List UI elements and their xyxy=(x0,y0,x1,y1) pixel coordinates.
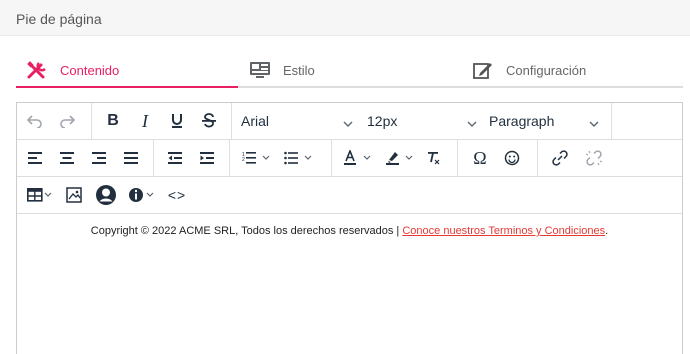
toolbar-divider xyxy=(91,103,92,139)
align-justify-icon xyxy=(124,152,138,164)
info-icon xyxy=(129,188,154,202)
strikethrough-icon xyxy=(202,113,216,128)
redo-icon xyxy=(60,115,75,128)
source-code-button[interactable]: <> xyxy=(165,177,189,213)
underline-button[interactable] xyxy=(165,103,189,139)
tab-configuracion[interactable]: Configuración xyxy=(472,52,586,88)
text-color-icon xyxy=(344,150,371,165)
unlink-button[interactable] xyxy=(581,140,607,176)
align-justify-button[interactable] xyxy=(119,140,143,176)
toolbar-row-1: B I Arial 12px Paragraph xyxy=(17,103,682,140)
special-char-button[interactable]: Ω xyxy=(467,140,493,176)
bullet-list-button[interactable] xyxy=(279,140,319,176)
tab-label: Configuración xyxy=(506,62,587,78)
edit-icon xyxy=(472,60,494,80)
toolbar-row-2: 12 Ω xyxy=(17,140,682,177)
editor-content[interactable]: Copyright © 2022 ACME SRL, Todos los der… xyxy=(17,215,682,237)
text-color-button[interactable] xyxy=(339,140,379,176)
indent-button[interactable] xyxy=(195,140,219,176)
tab-bar: Contenido Estilo Configuración xyxy=(16,52,683,88)
table-button[interactable] xyxy=(23,177,59,213)
svg-text:2: 2 xyxy=(242,157,245,163)
align-right-button[interactable] xyxy=(87,140,111,176)
tab-contenido[interactable]: Contenido xyxy=(26,52,119,88)
redo-button[interactable] xyxy=(55,103,79,139)
strikethrough-button[interactable] xyxy=(197,103,221,139)
toolbar-row-3: <> xyxy=(17,177,682,214)
highlight-color-button[interactable] xyxy=(381,140,421,176)
indent-icon xyxy=(200,152,214,164)
table-icon xyxy=(27,188,52,202)
image-icon xyxy=(66,187,82,203)
font-family-select[interactable]: Arial xyxy=(231,103,355,139)
align-left-icon xyxy=(28,152,42,164)
emoji-button[interactable] xyxy=(499,140,525,176)
align-center-button[interactable] xyxy=(55,140,79,176)
align-left-button[interactable] xyxy=(23,140,47,176)
align-right-icon xyxy=(92,152,106,164)
link-button[interactable] xyxy=(547,140,573,176)
emoji-icon xyxy=(504,150,520,166)
footer-text: Copyright © 2022 ACME SRL, Todos los der… xyxy=(90,225,403,237)
avatar-button[interactable] xyxy=(91,177,121,213)
unlink-icon xyxy=(585,150,603,166)
outdent-button[interactable] xyxy=(163,140,187,176)
numbered-list-button[interactable]: 12 xyxy=(237,140,277,176)
panel-header: Pie de página xyxy=(0,0,690,36)
style-icon xyxy=(249,61,271,79)
chevron-down-icon xyxy=(343,115,353,131)
user-icon xyxy=(96,185,116,205)
footer-suffix: . xyxy=(605,225,609,237)
bold-button[interactable]: B xyxy=(101,103,125,139)
font-size-value: 12px xyxy=(367,113,398,129)
numbered-list-icon: 12 xyxy=(242,152,270,164)
toolbar-divider xyxy=(229,140,230,176)
terms-link[interactable]: Conoce nuestros Terminos y Condiciones xyxy=(402,225,605,237)
tab-label: Contenido xyxy=(60,62,120,78)
italic-button[interactable]: I xyxy=(133,103,157,139)
panel-title: Pie de página xyxy=(16,11,102,27)
underline-icon xyxy=(172,114,182,128)
font-size-select[interactable]: 12px xyxy=(355,103,477,139)
toolbar-divider xyxy=(153,140,154,176)
align-center-icon xyxy=(60,152,74,164)
link-icon xyxy=(552,150,568,166)
undo-icon xyxy=(27,115,42,128)
outdent-icon xyxy=(168,152,182,164)
block-format-value: Paragraph xyxy=(489,113,555,129)
undo-button[interactable] xyxy=(23,103,47,139)
toolbar-divider xyxy=(457,140,458,176)
chevron-down-icon xyxy=(467,115,477,131)
tab-label: Estilo xyxy=(283,62,315,78)
image-button[interactable] xyxy=(61,177,87,213)
rich-text-editor: B I Arial 12px Paragraph 1 2 Ω <> Copyri… xyxy=(16,102,683,354)
toolbar-divider xyxy=(331,140,332,176)
info-button[interactable] xyxy=(125,177,161,213)
clear-formatting-icon xyxy=(428,152,440,165)
tools-icon xyxy=(26,60,48,80)
clear-formatting-button[interactable] xyxy=(421,140,445,176)
active-tab-indicator xyxy=(16,86,238,88)
bullet-list-icon xyxy=(284,151,312,165)
tab-estilo[interactable]: Estilo xyxy=(249,52,315,88)
font-family-value: Arial xyxy=(241,113,270,129)
toolbar-divider xyxy=(537,140,538,176)
chevron-down-icon xyxy=(589,115,599,131)
block-format-select[interactable]: Paragraph xyxy=(477,103,611,139)
highlight-icon xyxy=(386,152,413,165)
toolbar-divider xyxy=(611,103,612,139)
